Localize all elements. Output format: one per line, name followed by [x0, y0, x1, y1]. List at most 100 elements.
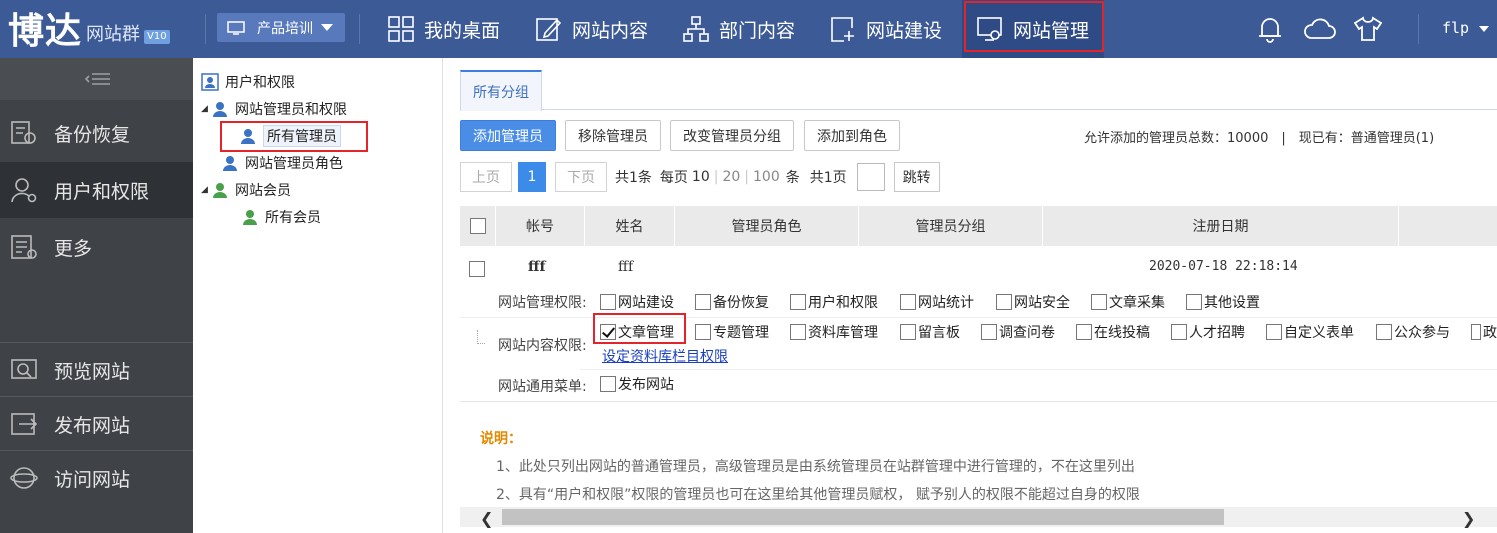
- tree-node-users-permissions[interactable]: 用户和权限: [201, 71, 295, 93]
- nav-site-build[interactable]: 网站建设: [830, 0, 942, 58]
- perm-stats[interactable]: 网站统计: [900, 292, 974, 312]
- checkbox[interactable]: [790, 294, 806, 310]
- tab-all-groups[interactable]: 所有分组: [460, 70, 542, 111]
- row-checkbox[interactable]: [469, 261, 485, 277]
- next-page-button[interactable]: 下页: [555, 162, 607, 192]
- per-page-label: 每页: [659, 170, 688, 186]
- perm-other[interactable]: 其他设置: [1186, 292, 1260, 312]
- expand-toggle-icon[interactable]: ◢: [201, 185, 211, 195]
- perm-topic[interactable]: 专题管理: [695, 322, 769, 342]
- left-menu-label: 预览网站: [54, 360, 131, 383]
- site-selector[interactable]: 产品培训: [217, 13, 345, 42]
- tree-node-label: 网站会员: [235, 183, 291, 199]
- checkbox[interactable]: [1471, 324, 1481, 340]
- checkbox[interactable]: [900, 294, 916, 310]
- change-group-button[interactable]: 改变管理员分组: [670, 120, 794, 151]
- row-divider: [460, 401, 1497, 402]
- total-pages: 共1页: [809, 170, 847, 186]
- nav-site-content[interactable]: 网站内容: [536, 0, 648, 58]
- perm-gov-truncated[interactable]: 政: [1471, 322, 1497, 342]
- perm-survey[interactable]: 调查问卷: [981, 322, 1055, 342]
- logo-subtitle: 网站群: [86, 24, 141, 45]
- perm-label: 在线投稿: [1094, 325, 1150, 341]
- separator: |: [713, 169, 719, 185]
- button-label: 添加到角色: [817, 128, 887, 145]
- collapse-menu-button[interactable]: [0, 58, 193, 100]
- perm-custom-form[interactable]: 自定义表单: [1266, 322, 1354, 342]
- checkbox[interactable]: [1171, 324, 1187, 340]
- perm-participation[interactable]: 公众参与: [1376, 322, 1450, 342]
- per-page-option-20[interactable]: 20: [722, 169, 740, 185]
- perm-collect[interactable]: 文章采集: [1091, 292, 1165, 312]
- checkbox[interactable]: [900, 324, 916, 340]
- checkbox[interactable]: [600, 376, 616, 392]
- logo: 博达 网站群 V10: [8, 6, 170, 52]
- perm-site-build[interactable]: 网站建设: [600, 292, 674, 312]
- bell-icon[interactable]: [1255, 14, 1285, 44]
- scrollbar-thumb[interactable]: [502, 509, 1224, 525]
- left-menu-preview-site[interactable]: 预览网站: [0, 342, 193, 398]
- checkbox[interactable]: [1376, 324, 1392, 340]
- per-page-option-10[interactable]: 10: [692, 169, 710, 185]
- page-1-button[interactable]: 1: [518, 162, 546, 192]
- perm-database[interactable]: 资料库管理: [790, 322, 878, 342]
- jump-button[interactable]: 跳转: [893, 162, 940, 192]
- checkbox[interactable]: [981, 324, 997, 340]
- left-menu-users-permissions[interactable]: 用户和权限: [0, 162, 193, 218]
- user-menu[interactable]: flp: [1442, 19, 1490, 37]
- left-menu-label: 更多: [54, 237, 93, 260]
- tree-node-label: 用户和权限: [225, 75, 295, 91]
- add-to-role-button[interactable]: 添加到角色: [804, 120, 900, 151]
- checkbox[interactable]: [1186, 294, 1202, 310]
- select-all-checkbox[interactable]: [469, 218, 486, 234]
- per-page-option-100[interactable]: 100: [753, 169, 780, 185]
- perm-publish-site[interactable]: 发布网站: [600, 374, 674, 394]
- perm-users[interactable]: 用户和权限: [790, 292, 878, 312]
- checkbox[interactable]: [790, 324, 806, 340]
- prev-page-button[interactable]: 上页: [460, 162, 512, 192]
- left-menu-label: 发布网站: [54, 414, 131, 437]
- tree-node-site-admins[interactable]: ◢ 网站管理员和权限: [201, 98, 347, 120]
- page-jump-input[interactable]: [856, 163, 885, 191]
- horizontal-scrollbar[interactable]: ❮ ❯: [460, 507, 1497, 528]
- left-menu: 备份恢复 用户和权限 更多 预览网站 发布网站 访问网站: [0, 58, 193, 533]
- checkbox[interactable]: [1076, 324, 1092, 340]
- scroll-left-icon[interactable]: ❮: [480, 509, 493, 528]
- tree-node-members[interactable]: ◢ 网站会员: [201, 179, 291, 201]
- expand-toggle-icon[interactable]: ◢: [201, 104, 211, 114]
- checkbox[interactable]: [600, 294, 616, 310]
- logo-text: 博达: [8, 10, 83, 52]
- quota-text: 允许添加的管理员总数：10000 | 现已有：普通管理员(1): [1084, 131, 1435, 146]
- left-menu-visit-site[interactable]: 访问网站: [0, 450, 193, 506]
- checkbox[interactable]: [996, 294, 1012, 310]
- set-db-column-perm-link[interactable]: 设定资料库栏目权限: [602, 346, 728, 366]
- collapse-icon: [84, 73, 110, 85]
- perm-backup[interactable]: 备份恢复: [695, 292, 769, 312]
- add-admin-button[interactable]: 添加管理员: [460, 120, 556, 151]
- perm-label: 发布网站: [618, 377, 674, 393]
- left-menu-more[interactable]: 更多: [0, 219, 193, 275]
- scroll-right-icon[interactable]: ❯: [1462, 509, 1475, 528]
- user-blue-icon: [223, 156, 237, 171]
- perm-guestbook[interactable]: 留言板: [900, 322, 960, 342]
- checkbox[interactable]: [695, 324, 711, 340]
- tree-node-all-members[interactable]: 所有会员: [241, 206, 321, 228]
- left-menu-backup[interactable]: 备份恢复: [0, 105, 193, 161]
- checkbox[interactable]: [695, 294, 711, 310]
- checkbox[interactable]: [1266, 324, 1282, 340]
- cloud-icon[interactable]: [1303, 14, 1337, 44]
- nav-dept-content[interactable]: 部门内容: [683, 0, 795, 58]
- perm-submission[interactable]: 在线投稿: [1076, 322, 1150, 342]
- remove-admin-button[interactable]: 移除管理员: [565, 120, 661, 151]
- shirt-icon[interactable]: [1353, 14, 1383, 44]
- perm-label: 网站安全: [1014, 295, 1070, 311]
- checkbox[interactable]: [1091, 294, 1107, 310]
- perm-recruit[interactable]: 人才招聘: [1171, 322, 1245, 342]
- left-menu-publish-site[interactable]: 发布网站: [0, 396, 193, 452]
- perm-label: 自定义表单: [1284, 325, 1354, 341]
- nav-my-desktop[interactable]: 我的桌面: [388, 0, 500, 58]
- tree-node-admin-roles[interactable]: 网站管理员角色: [221, 152, 343, 174]
- org-icon: [683, 16, 709, 42]
- tree-connector: [477, 330, 485, 344]
- perm-security[interactable]: 网站安全: [996, 292, 1070, 312]
